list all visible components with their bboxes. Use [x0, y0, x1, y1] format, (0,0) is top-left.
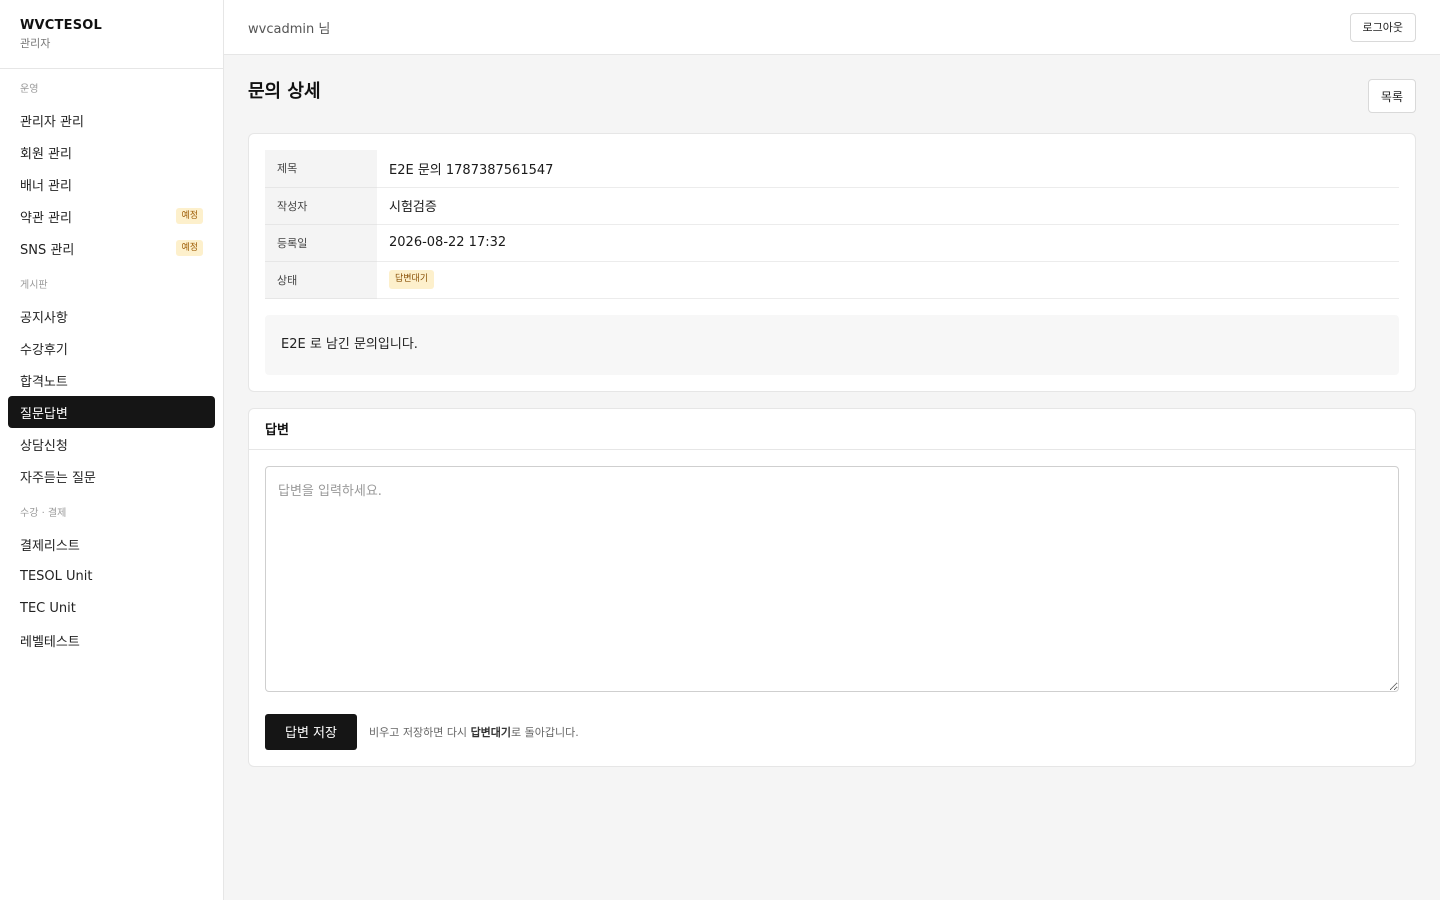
field-value-date: 2026-08-22 17:32	[377, 224, 1399, 262]
sidebar-item-label: 회원 관리	[20, 146, 72, 162]
sidebar-item-tesol-unit[interactable]: TESOL Unit	[8, 560, 215, 592]
sidebar-item-banner-management[interactable]: 배너 관리	[8, 168, 215, 200]
sidebar-item-label: 약관 관리	[20, 210, 72, 226]
inquiry-content: E2E 로 남긴 문의입니다.	[265, 314, 1399, 375]
table-row: 상태 답변대기	[265, 261, 1399, 299]
page-title: 문의 상세	[248, 81, 321, 102]
sidebar-item-label: 자주듣는 질문	[20, 470, 96, 486]
sidebar-item-label: 합격노트	[20, 374, 68, 390]
answer-card: 답변 답변 저장 비우고 저장하면 다시 답변대기로 돌아갑니다.	[248, 407, 1416, 767]
coming-soon-badge: 예정	[176, 240, 203, 256]
field-label-author: 작성자	[265, 187, 377, 225]
sidebar-nav: 운영 관리자 관리 회원 관리 배너 관리 약관 관리 예정 SNS 관리 예정 게…	[0, 69, 223, 656]
hint-status: 답변대기	[470, 725, 512, 739]
inquiry-info-table: 제목 E2E 문의 1787387561547 작성자 시험검증 등록일 202…	[265, 150, 1399, 299]
back-to-list-button[interactable]: 목록	[1367, 79, 1416, 113]
main-content: 문의 상세 목록 제목 E2E 문의 1787387561547 작성자 시험검…	[248, 55, 1416, 767]
sidebar-item-member-management[interactable]: 회원 관리	[8, 136, 215, 168]
field-label-title: 제목	[265, 150, 377, 188]
sidebar-item-label: 수강후기	[20, 342, 68, 358]
answer-title: 답변	[249, 409, 1415, 450]
sidebar-item-label: 상담신청	[20, 438, 68, 454]
sidebar-item-notice[interactable]: 공지사항	[8, 300, 215, 332]
field-value-author: 시험검증	[377, 187, 1399, 225]
sidebar-item-label: SNS 관리	[20, 242, 75, 258]
sidebar-item-sns-management[interactable]: SNS 관리 예정	[8, 232, 215, 264]
field-label-status: 상태	[265, 261, 377, 299]
sidebar-item-tec-unit[interactable]: TEC Unit	[8, 592, 215, 624]
sidebar-item-pass-notes[interactable]: 합격노트	[8, 364, 215, 396]
answer-body: 답변 저장 비우고 저장하면 다시 답변대기로 돌아갑니다.	[249, 450, 1415, 766]
sidebar-item-label: 관리자 관리	[20, 114, 84, 130]
field-value-status: 답변대기	[377, 261, 1399, 299]
table-row: 작성자 시험검증	[265, 187, 1399, 225]
sidebar-item-label: 레벨테스트	[20, 634, 80, 650]
brand: WVCTESOL 관리자	[0, 0, 223, 69]
sidebar-item-label: TESOL Unit	[20, 568, 93, 584]
sidebar-item-consultation[interactable]: 상담신청	[8, 428, 215, 460]
answer-actions: 답변 저장 비우고 저장하면 다시 답변대기로 돌아갑니다.	[265, 713, 1399, 750]
sidebar-item-label: 결제리스트	[20, 538, 80, 554]
current-user: wvcadmin 님	[248, 21, 331, 37]
save-answer-button[interactable]: 답변 저장	[265, 713, 357, 750]
sidebar: WVCTESOL 관리자 운영 관리자 관리 회원 관리 배너 관리 약관 관리…	[0, 0, 224, 900]
nav-section-operation: 운영	[20, 84, 39, 95]
sidebar-item-admin-management[interactable]: 관리자 관리	[8, 104, 215, 136]
sidebar-item-label: 질문답변	[20, 406, 68, 422]
sidebar-item-label: TEC Unit	[20, 600, 76, 616]
table-row: 등록일 2026-08-22 17:32	[265, 224, 1399, 262]
brand-name: WVCTESOL	[20, 18, 102, 33]
page-header: 문의 상세 목록	[248, 55, 1416, 133]
sidebar-item-faq[interactable]: 자주듣는 질문	[8, 460, 215, 492]
brand-subtitle: 관리자	[20, 37, 51, 50]
inquiry-detail-card: 제목 E2E 문의 1787387561547 작성자 시험검증 등록일 202…	[248, 133, 1416, 392]
coming-soon-badge: 예정	[176, 208, 203, 224]
sidebar-item-label: 공지사항	[20, 310, 68, 326]
hint-suffix: 로 돌아갑니다.	[511, 725, 579, 739]
sidebar-item-qna[interactable]: 질문답변	[8, 396, 215, 428]
sidebar-item-reviews[interactable]: 수강후기	[8, 332, 215, 364]
hint-prefix: 비우고 저장하면 다시	[368, 725, 471, 739]
field-value-title: E2E 문의 1787387561547	[377, 150, 1399, 188]
sidebar-item-level-test[interactable]: 레벨테스트	[8, 624, 215, 656]
nav-section-course-payment: 수강 · 결제	[20, 508, 67, 519]
answer-textarea[interactable]	[265, 465, 1399, 692]
sidebar-item-terms-management[interactable]: 약관 관리 예정	[8, 200, 215, 232]
nav-section-board: 게시판	[20, 280, 48, 291]
save-hint: 비우고 저장하면 다시 답변대기로 돌아갑니다.	[369, 724, 579, 740]
sidebar-item-payment-list[interactable]: 결제리스트	[8, 528, 215, 560]
field-label-date: 등록일	[265, 224, 377, 262]
sidebar-item-label: 배너 관리	[20, 178, 72, 194]
topbar: wvcadmin 님 로그아웃	[224, 0, 1440, 55]
logout-button[interactable]: 로그아웃	[1349, 12, 1416, 42]
status-badge: 답변대기	[389, 270, 435, 289]
table-row: 제목 E2E 문의 1787387561547	[265, 150, 1399, 188]
